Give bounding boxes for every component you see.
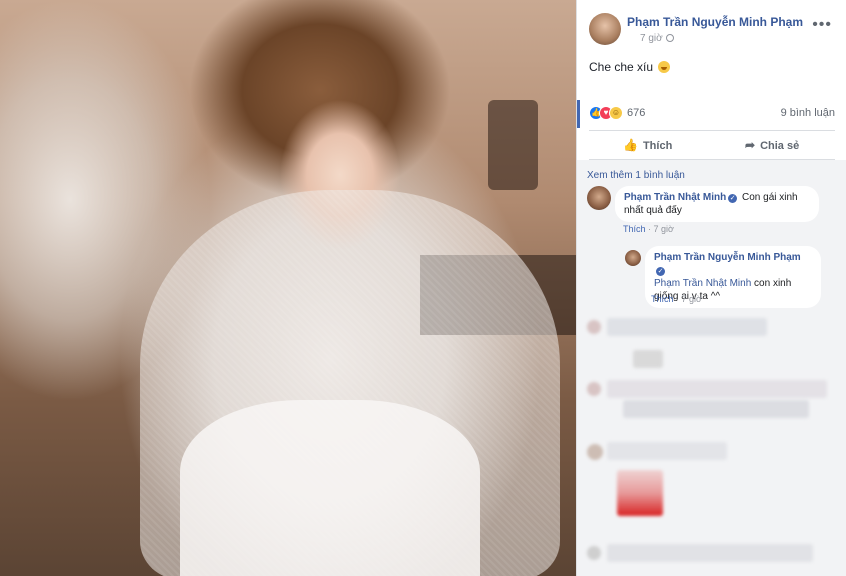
comment-count[interactable]: 9 bình luận: [781, 107, 835, 119]
post-meta: 7 giờ: [640, 33, 674, 44]
like-button[interactable]: 👍 Thích: [623, 131, 672, 159]
share-arrow-icon: ➦: [745, 138, 756, 152]
reply-like-link[interactable]: Thích: [651, 294, 674, 304]
share-button[interactable]: ➦ Chia sẻ: [745, 131, 799, 159]
post-caption: Che che xíu: [589, 60, 671, 74]
focus-indicator: [577, 100, 580, 128]
blurred-avatar: [587, 444, 603, 460]
reply-actions: Thích · 7 giờ: [651, 294, 702, 304]
post-photo[interactable]: [0, 0, 576, 576]
globe-icon: [665, 34, 674, 42]
share-button-label: Chia sẻ: [760, 140, 800, 152]
post-stats: 👍 ♥ ☺ 676 9 bình luận: [589, 106, 835, 122]
post-actions-bar: 👍 Thích ➦ Chia sẻ: [589, 130, 835, 160]
photo-dress: [180, 400, 480, 576]
haha-reaction-icon: ☺: [609, 106, 623, 120]
author-avatar[interactable]: [589, 13, 621, 45]
see-more-comments-link[interactable]: Xem thêm 1 bình luận: [587, 170, 685, 181]
blurred-avatar: [587, 382, 601, 396]
post-header: Phạm Trần Nguyễn Minh Phạm 7 giờ: [589, 12, 839, 52]
facebook-photo-viewer: Phạm Trần Nguyễn Minh Phạm 7 giờ ••• Che…: [0, 0, 846, 576]
thumbs-up-icon: 👍: [623, 138, 638, 152]
like-button-label: Thích: [642, 140, 673, 152]
caption-text: Che che xíu: [589, 60, 654, 74]
blurred-avatar: [587, 546, 601, 560]
blurred-comment: [607, 380, 827, 398]
post-side-panel: Phạm Trần Nguyễn Minh Phạm 7 giờ ••• Che…: [576, 0, 846, 576]
blurred-comment: [633, 350, 663, 368]
reply-time[interactable]: 7 giờ: [682, 294, 702, 304]
blurred-comment: [607, 442, 727, 460]
post-time[interactable]: 7 giờ: [640, 33, 663, 44]
blurred-comment: [607, 318, 767, 336]
comment-author[interactable]: Phạm Trần Nhật Minh: [624, 192, 726, 203]
reply-mention[interactable]: Phạm Trần Nhật Minh: [654, 278, 751, 289]
comment-bubble: Phạm Trần Nhật Minh ✓ Con gái xinh nhất q…: [615, 186, 819, 222]
blurred-comment: [607, 544, 813, 562]
comment-actions: Thích · 7 giờ: [623, 224, 674, 234]
post-author-name[interactable]: Phạm Trần Nguyễn Minh Phạm: [627, 15, 803, 29]
comments-section: Xem thêm 1 bình luận Phạm Trần Nhật Minh…: [577, 160, 846, 576]
reply-author[interactable]: Phạm Trần Nguyễn Minh Phạm: [654, 252, 801, 263]
blurred-avatar: [587, 320, 601, 334]
more-dots-icon[interactable]: •••: [812, 16, 832, 34]
tongue-emoji-icon: [658, 61, 671, 73]
comment-like-link[interactable]: Thích: [623, 224, 646, 234]
photo-background-lamp: [488, 100, 538, 190]
verified-badge-icon: ✓: [728, 194, 738, 203]
blurred-image: [617, 470, 663, 516]
reply-avatar[interactable]: [625, 250, 641, 266]
comment-avatar[interactable]: [587, 186, 611, 210]
comment-time[interactable]: 7 giờ: [654, 224, 674, 234]
reaction-count[interactable]: 676: [627, 107, 645, 119]
verified-badge-icon: ✓: [656, 267, 665, 276]
blurred-comment: [623, 400, 809, 418]
